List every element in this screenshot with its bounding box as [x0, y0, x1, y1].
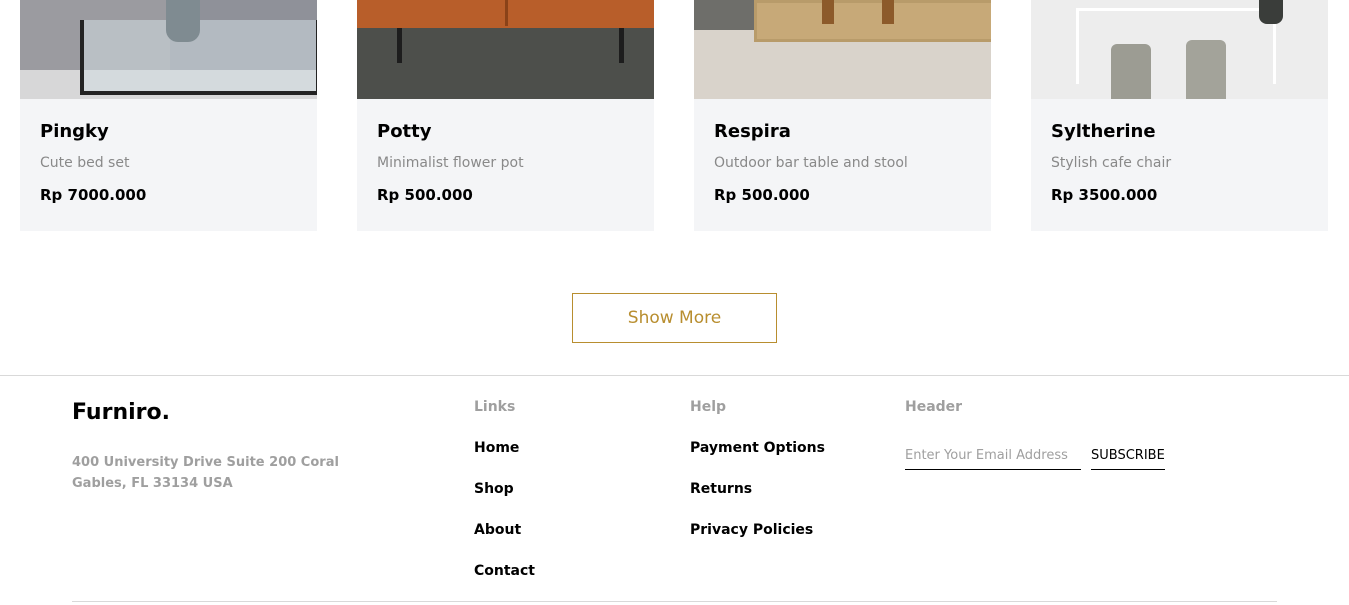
- product-name: Potty: [377, 121, 432, 142]
- footer-link-shop[interactable]: Shop: [474, 479, 535, 499]
- product-name: Respira: [714, 121, 791, 142]
- footer-link-payment-options[interactable]: Payment Options: [690, 438, 825, 458]
- product-image[interactable]: [1031, 0, 1328, 99]
- product-price: Rp 7000.000: [40, 186, 147, 204]
- footer-newsletter-column: Header SUBSCRIBE: [905, 397, 1165, 470]
- product-description: Outdoor bar table and stool: [714, 155, 908, 171]
- product-card[interactable]: Respira Outdoor bar table and stool Rp 5…: [694, 0, 991, 231]
- product-name: Syltherine: [1051, 121, 1156, 142]
- newsletter-heading: Header: [905, 399, 963, 415]
- product-description: Stylish cafe chair: [1051, 155, 1172, 171]
- product-card[interactable]: Potty Minimalist flower pot Rp 500.000: [357, 0, 654, 231]
- product-image[interactable]: [357, 0, 654, 99]
- show-more-button[interactable]: Show More: [572, 293, 777, 343]
- product-description: Cute bed set: [40, 155, 130, 171]
- product-image[interactable]: [694, 0, 991, 99]
- newsletter-form: SUBSCRIBE: [905, 446, 1165, 470]
- product-image[interactable]: [20, 0, 317, 99]
- footer-bottom-divider: [72, 601, 1277, 602]
- footer-links-column: Links Home Shop About Contact: [474, 397, 535, 581]
- product-price: Rp 500.000: [714, 186, 810, 204]
- footer-link-contact[interactable]: Contact: [474, 561, 535, 581]
- footer-link-returns[interactable]: Returns: [690, 479, 825, 499]
- product-price: Rp 500.000: [377, 186, 473, 204]
- product-card[interactable]: Pingky Cute bed set Rp 7000.000: [20, 0, 317, 231]
- product-price: Rp 3500.000: [1051, 186, 1158, 204]
- product-name: Pingky: [40, 121, 109, 142]
- product-card[interactable]: Syltherine Stylish cafe chair Rp 3500.00…: [1031, 0, 1328, 231]
- footer-help-column: Help Payment Options Returns Privacy Pol…: [690, 397, 825, 540]
- product-grid: Pingky Cute bed set Rp 7000.000 Potty Mi…: [20, 0, 1328, 231]
- subscribe-button[interactable]: SUBSCRIBE: [1091, 446, 1165, 470]
- footer-link-about[interactable]: About: [474, 520, 535, 540]
- footer-divider: [0, 375, 1349, 376]
- email-input[interactable]: [905, 446, 1081, 470]
- help-heading: Help: [690, 399, 727, 415]
- footer-link-home[interactable]: Home: [474, 438, 535, 458]
- footer-link-privacy-policies[interactable]: Privacy Policies: [690, 520, 825, 540]
- footer-address: 400 University Drive Suite 200 Coral Gab…: [72, 455, 339, 491]
- product-description: Minimalist flower pot: [377, 155, 524, 171]
- links-heading: Links: [474, 399, 516, 415]
- footer-brand[interactable]: Furniro.: [72, 400, 170, 425]
